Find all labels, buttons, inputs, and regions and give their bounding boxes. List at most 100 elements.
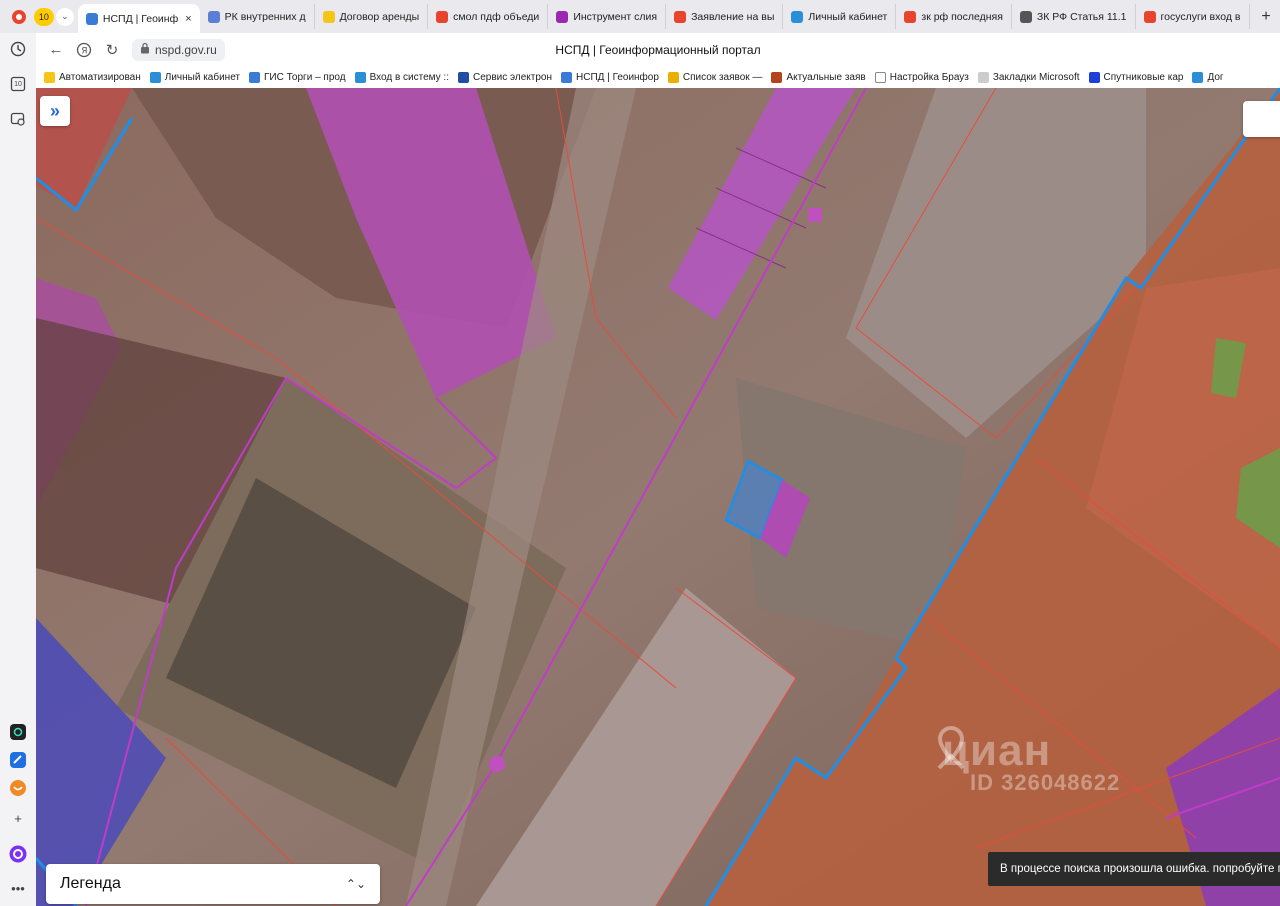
bookmark-item[interactable]: Актуальные заяв — [771, 71, 874, 83]
bookmark-favicon-icon — [874, 71, 886, 83]
screenshot-icon[interactable] — [9, 110, 27, 128]
bookmark-item[interactable]: Сервис электрон — [458, 71, 561, 83]
bookmark-label: Актуальные заяв — [786, 71, 866, 83]
bookmark-favicon-icon — [977, 71, 989, 83]
bookmark-favicon-icon — [1088, 71, 1100, 83]
tab-label: зк рф последняя — [921, 10, 1003, 23]
tab[interactable]: НСПД | Геоинф × — [77, 4, 200, 33]
tab-favicon-icon — [322, 10, 335, 23]
bookmark-label: Дог — [1207, 71, 1224, 83]
tab[interactable]: Личный кабинет — [783, 4, 897, 29]
bookmark-label: Вход в систему :: — [369, 71, 449, 83]
tab-label: Заявление на вы — [691, 10, 775, 23]
bookmark-favicon-icon — [249, 71, 260, 83]
messenger-app-icon[interactable] — [9, 751, 27, 769]
svg-text:Я: Я — [81, 46, 87, 56]
tab[interactable]: смол пдф объеди — [428, 4, 549, 29]
url-text: nspd.gov.ru — [155, 42, 217, 57]
tab[interactable]: Заявление на вы — [666, 4, 784, 29]
url-field[interactable]: nspd.gov.ru — [132, 38, 225, 61]
bookmark-item[interactable]: Дог — [1192, 71, 1232, 83]
map-view[interactable]: » циан ID 326048622 В процессе поиска пр… — [36, 88, 1280, 906]
tab-favicon-icon — [556, 10, 569, 23]
tab-label: РК внутренних д — [224, 10, 306, 23]
legend-dropdown[interactable]: Легенда ⌃⌄ — [46, 864, 380, 904]
sort-arrows-icon: ⌃⌄ — [345, 877, 366, 891]
bookmark-favicon-icon — [667, 71, 679, 83]
bookmark-favicon-icon — [149, 71, 161, 83]
bookmark-favicon-icon — [1192, 71, 1204, 83]
tab-label: смол пдф объеди — [453, 10, 540, 23]
back-arrow-icon[interactable]: ← — [42, 36, 70, 64]
add-app-icon[interactable]: + — [9, 809, 27, 827]
tab-label: НСПД | Геоинф — [102, 12, 179, 25]
bookmark-item[interactable]: Личный кабинет — [149, 71, 249, 83]
tab-label: Личный кабинет — [808, 10, 888, 23]
tab-label: Инструмент слия — [573, 10, 658, 23]
bookmark-item[interactable]: Вход в систему :: — [354, 71, 458, 83]
chevron-down-icon[interactable]: ⌄ — [55, 7, 74, 26]
tab[interactable]: РК внутренних д — [200, 4, 315, 29]
close-tab-icon[interactable]: × — [185, 13, 191, 25]
map-search-box[interactable] — [1243, 101, 1280, 137]
tab-favicon-icon — [85, 12, 98, 25]
tab[interactable]: Договор аренды — [315, 4, 429, 29]
address-bar: НСПД | Геоинформационный портал ← Я ↻ ns… — [36, 33, 1280, 66]
expand-panel-button[interactable]: » — [40, 96, 70, 126]
reload-icon[interactable]: ↻ — [98, 36, 126, 64]
bookmark-label: Закладки Microsoft — [992, 71, 1080, 83]
mail-app-icon[interactable] — [9, 779, 27, 797]
bookmark-favicon-icon — [561, 71, 573, 83]
bookmark-item[interactable]: ГИС Торги – прод — [249, 71, 355, 83]
tab[interactable]: госуслуги вход в — [1136, 4, 1250, 29]
lock-icon — [140, 42, 150, 57]
boundary-node — [489, 756, 505, 772]
bookmark-label: Спутниковые кар — [1103, 71, 1184, 83]
tab-counter[interactable]: 10 ⌄ — [33, 7, 74, 26]
assistant-app-icon[interactable] — [9, 723, 27, 741]
bookmark-item[interactable]: Закладки Microsoft — [977, 71, 1089, 83]
new-tab-button[interactable]: + — [1252, 4, 1280, 29]
tab-label: госуслуги вход в — [1160, 10, 1241, 23]
sidebar-tabs-badge: 10 — [14, 80, 22, 88]
tabs-count-icon[interactable]: 10 — [9, 75, 27, 93]
bookmark-favicon-icon — [771, 71, 783, 83]
bookmark-item[interactable]: Список заявок — — [667, 71, 772, 83]
alice-icon[interactable] — [9, 845, 27, 863]
tab[interactable]: зк рф последняя — [896, 4, 1012, 29]
legend-label: Легенда — [60, 875, 121, 892]
boundary-node — [808, 208, 822, 222]
tab-favicon-icon — [1143, 10, 1156, 23]
tab[interactable]: ЗК РФ Статья 11.1 — [1012, 4, 1136, 29]
bookmark-favicon-icon — [458, 71, 469, 83]
bookmark-item[interactable]: Автоматизирован — [44, 71, 150, 83]
tab-count-badge: 10 — [33, 7, 54, 26]
tab-label: Договор аренды — [339, 10, 420, 23]
bookmark-label: Список заявок — — [682, 71, 763, 83]
watermark: циан ID 326048622 — [936, 726, 1120, 796]
error-toast: В процессе поиска произошла ошибка. попр… — [988, 852, 1280, 886]
bookmark-favicon-icon — [44, 71, 55, 83]
tab-favicon-icon — [207, 10, 220, 23]
bookmark-item[interactable]: НСПД | Геоинфор — [561, 71, 668, 83]
tab-favicon-icon — [674, 10, 687, 23]
tab-favicon-icon — [436, 10, 449, 23]
yandex-home-icon[interactable]: Я — [70, 36, 98, 64]
tab-favicon-icon — [904, 10, 917, 23]
bookmark-item[interactable]: Спутниковые кар — [1088, 71, 1193, 83]
history-icon[interactable] — [9, 40, 27, 58]
bookmark-favicon-icon — [354, 71, 366, 83]
watermark-id: ID 326048622 — [970, 770, 1121, 795]
bookmark-label: Автоматизирован — [59, 71, 141, 83]
bookmark-label: ГИС Торги – прод — [264, 71, 346, 83]
bookmark-item[interactable]: Настройка Брауз — [874, 71, 978, 83]
more-icon[interactable]: ••• — [9, 879, 27, 897]
browser-sidebar: 10 + ••• — [0, 33, 36, 906]
browser-logo-icon[interactable] — [4, 0, 34, 33]
tab-bar: 10 ⌄ НСПД | Геоинф × РК внутренних д Догово… — [0, 0, 1280, 33]
tab-favicon-icon — [1019, 10, 1032, 23]
tab-favicon-icon — [791, 10, 804, 23]
bookmark-label: Настройка Брауз — [889, 71, 969, 83]
tab[interactable]: Инструмент слия — [548, 4, 667, 29]
bookmarks-bar: Автоматизирован Личный кабинет ГИС Торги –… — [36, 66, 1280, 88]
